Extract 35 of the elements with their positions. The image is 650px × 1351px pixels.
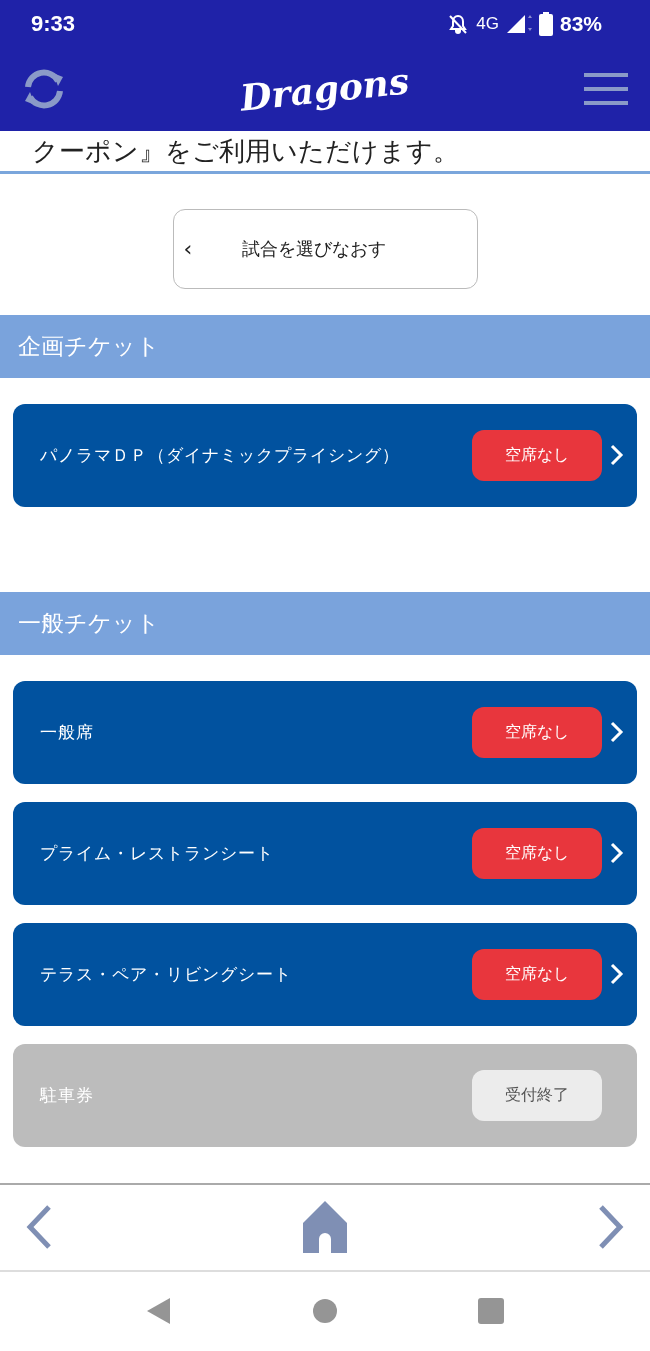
back-icon[interactable] bbox=[146, 1297, 172, 1326]
ticket-card[interactable]: テラス・ペア・リビングシート 空席なし bbox=[13, 922, 637, 1026]
section-header: 企画チケット bbox=[0, 314, 650, 378]
back-icon[interactable] bbox=[25, 1205, 53, 1250]
chevron-icon bbox=[610, 842, 624, 865]
battery-label: 83% bbox=[559, 11, 602, 36]
recents-icon[interactable] bbox=[478, 1298, 504, 1325]
home-icon[interactable] bbox=[303, 1201, 347, 1254]
status-label: 空席なし bbox=[472, 706, 602, 758]
chevron-icon bbox=[610, 721, 624, 744]
ticket-card[interactable]: パノラマＤＰ（ダイナミックプライシング） 空席なし bbox=[13, 403, 637, 507]
ticket-name: テラス・ペア・リビングシート bbox=[40, 962, 293, 986]
muted-bell-icon bbox=[447, 12, 470, 35]
home-icon[interactable] bbox=[312, 1298, 338, 1325]
chevron-icon bbox=[610, 963, 624, 986]
status-label: 空席なし bbox=[472, 948, 602, 1000]
chevron-icon bbox=[610, 444, 624, 467]
forward-icon[interactable] bbox=[597, 1205, 625, 1250]
menu-icon[interactable] bbox=[584, 71, 628, 108]
reselect-game-button[interactable]: ‹ 試合を選びなおす bbox=[172, 208, 478, 289]
ticket-name: 駐車券 bbox=[40, 1083, 95, 1107]
ticket-card[interactable]: プライム・レストランシート 空席なし bbox=[13, 801, 637, 905]
logo[interactable]: Dragons bbox=[238, 59, 412, 120]
ticket-name: パノラマＤＰ（ダイナミックプライシング） bbox=[40, 443, 401, 467]
ticket-name: 一般席 bbox=[40, 720, 95, 744]
network-label: 4G bbox=[476, 13, 499, 34]
status-label: 空席なし bbox=[472, 429, 602, 481]
ticket-card[interactable]: 一般席 空席なし bbox=[13, 680, 637, 784]
battery-icon bbox=[538, 11, 553, 36]
section-header: 一般チケット bbox=[0, 591, 650, 655]
clock: 9:33 bbox=[31, 10, 76, 37]
status-label: 受付終了 bbox=[472, 1069, 602, 1121]
status-label: 空席なし bbox=[472, 827, 602, 879]
ticket-name: プライム・レストランシート bbox=[40, 841, 275, 865]
notice-text: クーポン』をご利用いただけます。 bbox=[32, 134, 459, 168]
